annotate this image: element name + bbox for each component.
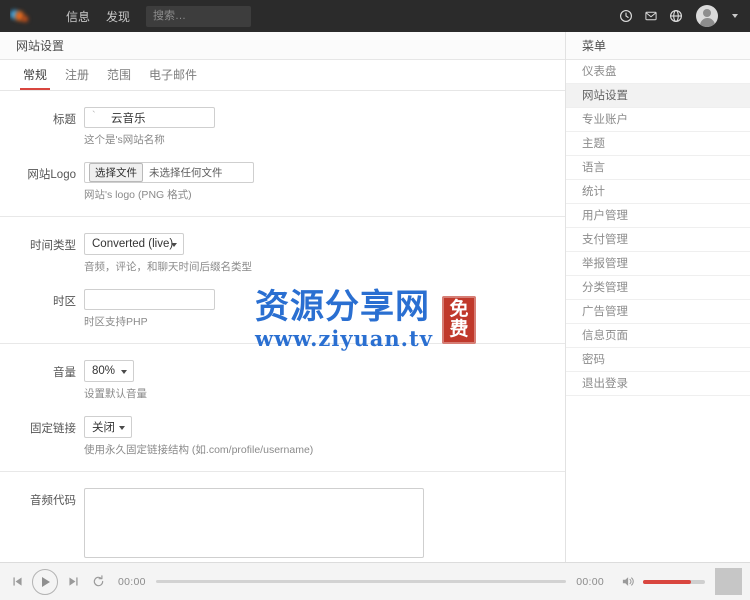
sidebar-item-user-management[interactable]: 用户管理 (566, 204, 750, 228)
nav-item-messages[interactable]: 信息 (66, 8, 90, 25)
field-row-timezone: 时区 时区支持PHP (0, 289, 565, 329)
field-row-volume: 音量 80% 设置默认音量 (0, 360, 565, 412)
speaker-icon[interactable] (620, 574, 636, 590)
track-artwork-thumbnail[interactable] (715, 568, 742, 595)
audio-code-textarea[interactable] (84, 488, 424, 558)
play-icon (42, 576, 50, 587)
timezone-input[interactable] (84, 289, 215, 310)
sidebar-item-statistics[interactable]: 统计 (566, 180, 750, 204)
tab-scope[interactable]: 范围 (98, 60, 140, 83)
field-row-logo: 网站Logo 选择文件 未选择任何文件 网站's logo (PNG 格式) (0, 162, 565, 202)
user-avatar[interactable] (696, 5, 718, 27)
sidebar-item-site-settings[interactable]: 网站设置 (566, 84, 750, 108)
chevron-down-icon (171, 243, 177, 247)
sidebar-item-report-management[interactable]: 举报管理 (566, 252, 750, 276)
sidebar-item-password[interactable]: 密码 (566, 348, 750, 372)
tab-email[interactable]: 电子邮件 (140, 60, 206, 83)
total-time: 00:00 (576, 575, 604, 588)
time-type-select[interactable]: Converted (live) (84, 233, 184, 255)
content-area: 网站设置 常规 注册 范围 电子邮件 标题 ` 云音乐 这个是's网站名称 网站… (0, 32, 750, 562)
brand-logo-icon[interactable] (10, 6, 36, 26)
search-input[interactable] (146, 5, 252, 27)
tab-general[interactable]: 常规 (14, 60, 56, 90)
help-site-logo: 网站's logo (PNG 格式) (84, 189, 192, 201)
fieldset-identity: 标题 ` 这个是's网站名称 网站Logo (0, 91, 565, 217)
app-root: 信息 发现 搜索… 网站设置 常规 注册 范围 电子邮件 标题 ` 云音乐 这个… (0, 0, 750, 600)
admin-menu-sidebar: 菜单 仪表盘 网站设置 专业账户 主题 语言 统计 用户管理 支付管理 举报管理… (566, 32, 750, 562)
sidebar-item-theme[interactable]: 主题 (566, 132, 750, 156)
chevron-down-icon (119, 426, 125, 430)
sidebar-item-dashboard[interactable]: 仪表盘 (566, 60, 750, 84)
label-audio-code: 音频代码 (30, 495, 76, 507)
seek-slider[interactable] (155, 580, 567, 583)
default-volume-select[interactable]: 80% (84, 360, 134, 382)
topbar-right-actions (619, 5, 740, 27)
sidebar-item-category-management[interactable]: 分类管理 (566, 276, 750, 300)
help-permalink: 使用永久固定链接结构 (如.com/profile/username) (84, 444, 314, 456)
help-timezone: 时区支持PHP (84, 316, 148, 328)
label-site-logo: 网站Logo (27, 169, 76, 181)
volume-fill (643, 579, 692, 584)
field-row-time-type: 时间类型 Converted (live) 音频，评论，和聊天时间后缀名类型 (0, 233, 565, 285)
default-volume-value: 80% (92, 365, 116, 377)
control-timezone: 时区支持PHP (84, 289, 565, 329)
label-time-type: 时间类型 (30, 240, 76, 252)
tab-registration[interactable]: 注册 (56, 60, 98, 83)
sidebar-item-payment-management[interactable]: 支付管理 (566, 228, 750, 252)
fieldset-audio-code: 音频代码 分析统计代码 (0, 472, 565, 562)
repeat-icon[interactable] (88, 572, 108, 592)
control-time-type: Converted (live) 音频，评论，和聊天时间后缀名类型 (84, 233, 565, 285)
control-site-logo: 选择文件 未选择任何文件 网站's logo (PNG 格式) (84, 162, 565, 202)
previous-track-icon[interactable] (8, 573, 26, 591)
field-row-title: 标题 ` 这个是's网站名称 (0, 107, 565, 158)
fieldset-time: 时间类型 Converted (live) 音频，评论，和聊天时间后缀名类型 时… (0, 217, 565, 344)
control-volume: 80% 设置默认音量 (84, 360, 565, 412)
control-audio-code: 分析统计代码 (84, 488, 565, 562)
label-timezone: 时区 (53, 296, 76, 308)
field-row-audio-code: 音频代码 分析统计代码 (0, 488, 565, 562)
label-title: 标题 (53, 114, 76, 126)
file-status-text: 未选择任何文件 (149, 167, 223, 179)
audio-player-bar: 00:00 00:00 (0, 562, 750, 600)
choose-file-button[interactable]: 选择文件 (89, 163, 143, 182)
settings-panel: 网站设置 常规 注册 范围 电子邮件 标题 ` 云音乐 这个是's网站名称 网站… (0, 32, 566, 562)
label-permalink: 固定链接 (30, 423, 76, 435)
sidebar-title: 菜单 (566, 32, 750, 60)
control-title: ` 这个是's网站名称 (84, 107, 565, 158)
help-title: 这个是's网站名称 (84, 134, 165, 146)
site-title-input[interactable] (84, 107, 215, 128)
play-button[interactable] (32, 568, 58, 595)
file-input[interactable]: 选择文件 未选择任何文件 (84, 162, 254, 183)
sidebar-item-language[interactable]: 语言 (566, 156, 750, 180)
help-time-type: 音频，评论，和聊天时间后缀名类型 (84, 261, 252, 273)
help-volume: 设置默认音量 (84, 388, 147, 400)
field-row-permalink: 固定链接 关闭 使用永久固定链接结构 (如.com/profile/userna… (0, 416, 565, 457)
permalink-value: 关闭 (92, 422, 115, 434)
current-time: 00:00 (118, 575, 146, 588)
time-type-value: Converted (live) (92, 238, 174, 250)
next-track-icon[interactable] (64, 573, 82, 591)
chevron-down-icon[interactable] (732, 14, 738, 18)
settings-form: 标题 ` 这个是's网站名称 网站Logo (0, 91, 565, 562)
nav-item-discover[interactable]: 发现 (106, 8, 130, 25)
envelope-icon[interactable] (644, 9, 658, 23)
label-volume: 音量 (53, 367, 76, 379)
page-title: 网站设置 (0, 32, 565, 60)
clock-icon[interactable] (619, 9, 633, 23)
settings-tabs: 常规 注册 范围 电子邮件 (0, 60, 565, 91)
top-navigation-bar: 信息 发现 (0, 0, 750, 32)
fieldset-playback: 音量 80% 设置默认音量 固定链接 关闭 使用永久固定链接结构 (如.com/… (0, 344, 565, 472)
sidebar-item-ad-management[interactable]: 广告管理 (566, 300, 750, 324)
globe-icon[interactable] (669, 9, 683, 23)
permalink-select[interactable]: 关闭 (84, 416, 132, 438)
sidebar-item-info-pages[interactable]: 信息页面 (566, 324, 750, 348)
sidebar-item-logout[interactable]: 退出登录 (566, 372, 750, 396)
control-permalink: 关闭 使用永久固定链接结构 (如.com/profile/username) (84, 416, 565, 457)
chevron-down-icon (121, 370, 127, 374)
sidebar-item-pro-account[interactable]: 专业账户 (566, 108, 750, 132)
volume-slider[interactable] (643, 579, 705, 584)
